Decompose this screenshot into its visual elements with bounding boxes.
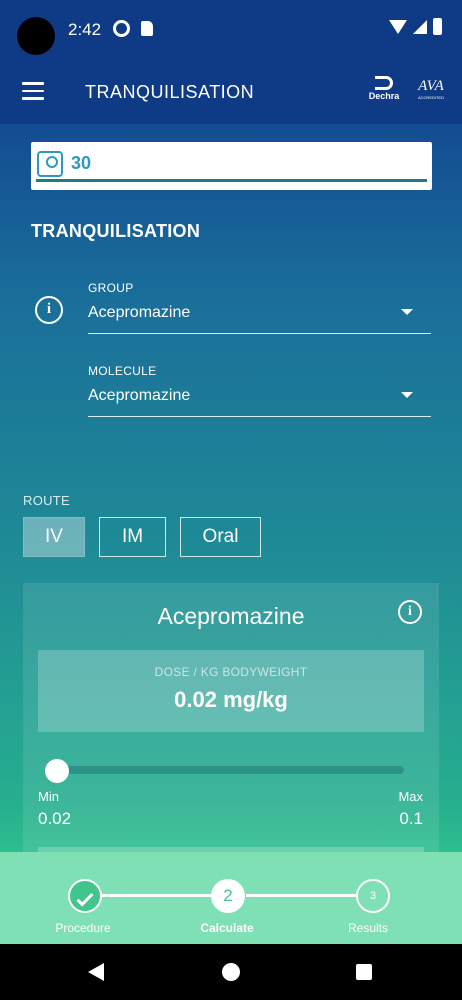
status-indicators [389, 18, 442, 35]
card-info-icon[interactable]: i [398, 600, 422, 624]
notification-app-icon [113, 20, 130, 37]
min-label: Min [38, 789, 59, 804]
step-label-procedure: Procedure [55, 921, 111, 935]
molecule-select[interactable]: Acepromazine [88, 387, 431, 417]
min-value: 0.02 [38, 809, 72, 828]
hamburger-menu-icon[interactable] [22, 82, 44, 100]
molecule-dropdown[interactable]: MOLECULE Acepromazine [88, 364, 431, 417]
group-info-icon[interactable]: i [35, 296, 63, 324]
wifi-icon [389, 19, 407, 34]
app-bar: TRANQUILISATION Dechra AVA ACCREDITED [0, 60, 462, 124]
app-title: TRANQUILISATION [85, 82, 255, 102]
sd-card-icon [141, 21, 153, 36]
dose-slider-track[interactable] [53, 766, 404, 774]
back-icon[interactable] [88, 963, 104, 981]
route-label: ROUTE [23, 493, 70, 508]
recents-icon[interactable] [356, 964, 372, 980]
group-select[interactable]: Acepromazine [88, 304, 431, 334]
route-oral-button[interactable]: Oral [180, 517, 261, 557]
scale-icon [37, 151, 63, 177]
dechra-logo: Dechra [366, 76, 402, 106]
group-dropdown[interactable]: GROUP Acepromazine [88, 281, 431, 334]
weight-field[interactable] [31, 142, 432, 190]
progress-stepper: 2 3 Procedure Calculate Results [0, 852, 462, 944]
step-procedure-check-icon[interactable] [68, 879, 102, 913]
dose-slider-thumb[interactable] [45, 759, 69, 783]
molecule-label: MOLECULE [88, 364, 157, 378]
home-icon[interactable] [222, 963, 240, 981]
molecule-value: Acepromazine [88, 387, 191, 404]
camera-cutout [17, 17, 55, 55]
group-label: GROUP [88, 281, 134, 295]
battery-icon [433, 18, 442, 35]
weight-input[interactable] [71, 153, 421, 174]
step-connector [246, 894, 358, 897]
step-label-results: Results [347, 921, 388, 935]
card-title: Acepromazine [157, 603, 305, 629]
max-label: Max [398, 789, 423, 804]
weight-underline [36, 179, 427, 182]
section-title: TRANQUILISATION [31, 221, 201, 241]
max-value: 0.1 [399, 809, 423, 828]
dose-label: DOSE / KG BODYWEIGHT [154, 665, 308, 679]
route-iv-button[interactable]: IV [23, 517, 85, 557]
step-results[interactable]: 3 [356, 879, 390, 913]
chevron-down-icon [401, 392, 413, 398]
step-label-calculate: Calculate [200, 921, 254, 935]
ava-logo: AVA ACCREDITED [417, 78, 444, 100]
step-calculate[interactable]: 2 [211, 879, 245, 913]
group-value: Acepromazine [88, 304, 191, 321]
dose-box: DOSE / KG BODYWEIGHT 0.02 mg/kg [38, 650, 424, 732]
route-im-button[interactable]: IM [99, 517, 166, 557]
system-nav-bar [0, 944, 462, 1000]
status-bar: 2:42 [0, 0, 462, 60]
dose-value: 0.02 mg/kg [174, 687, 288, 712]
dose-card: Acepromazine i DOSE / KG BODYWEIGHT 0.02… [23, 583, 439, 873]
chevron-down-icon [401, 309, 413, 315]
signal-icon [413, 19, 427, 34]
step-connector [101, 894, 213, 897]
status-time: 2:42 [68, 20, 102, 39]
